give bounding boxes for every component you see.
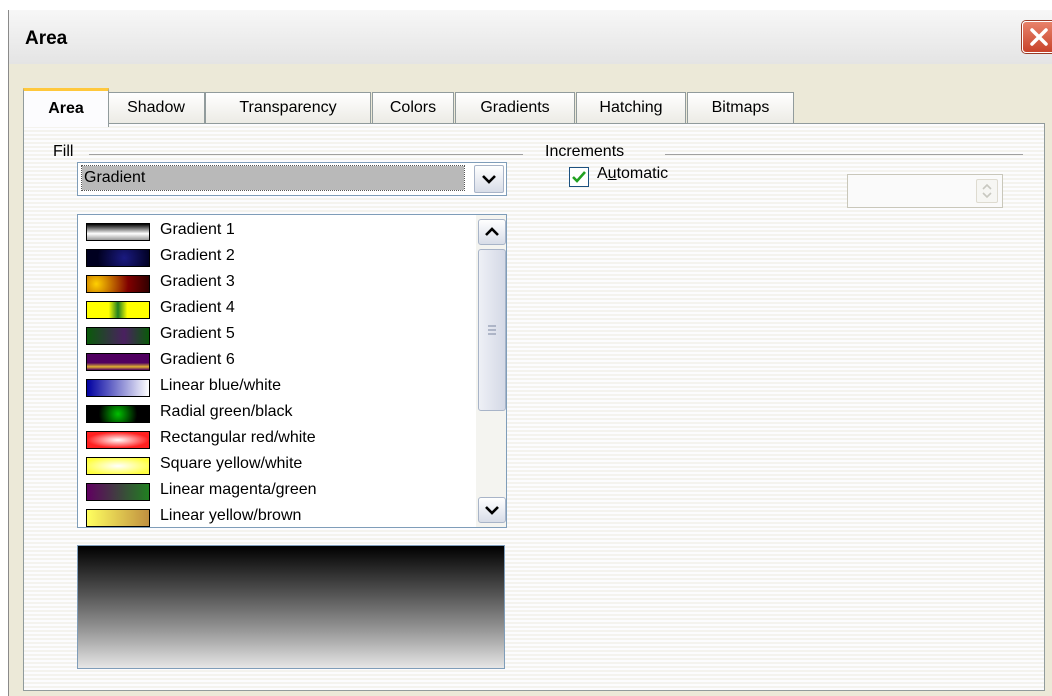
list-item-label: Gradient 1 [160, 221, 235, 238]
scroll-up-button[interactable] [478, 219, 506, 245]
gradient-swatch [86, 405, 150, 423]
list-item[interactable]: Gradient 2 [78, 245, 458, 271]
list-item-label: Gradient 3 [160, 273, 235, 290]
gradient-swatch [86, 249, 150, 267]
title-bar[interactable]: Area [9, 10, 1052, 64]
gradient-swatch [86, 223, 150, 241]
fill-separator [89, 154, 523, 155]
list-item[interactable]: Gradient 3 [78, 271, 458, 297]
list-item[interactable]: Gradient 1 [78, 219, 458, 245]
automatic-label: Automatic [597, 165, 669, 182]
list-item-label: Gradient 2 [160, 247, 235, 264]
tab-bitmaps[interactable]: Bitmaps [687, 92, 794, 123]
gradient-swatch [86, 327, 150, 345]
close-button[interactable] [1022, 21, 1052, 53]
list-item[interactable]: Linear magenta/green [78, 479, 458, 505]
dialog-body: Area Shadow Transparency Colors Gradient… [9, 64, 1052, 696]
list-item[interactable]: Radial green/black [78, 401, 458, 427]
gradient-swatch [86, 457, 150, 475]
automatic-checkbox[interactable] [569, 167, 589, 187]
list-scrollbar[interactable] [476, 215, 506, 527]
fill-type-select[interactable]: Gradient [77, 162, 507, 196]
grip-icon [488, 325, 496, 335]
tab-area[interactable]: Area [23, 88, 109, 127]
tab-gradients[interactable]: Gradients [455, 92, 575, 123]
area-dialog: Area Area Shadow Transparency Colors Gra… [8, 10, 1052, 696]
checkmark-icon [572, 171, 586, 183]
increments-group-label: Increments [545, 143, 625, 160]
list-item[interactable]: Gradient 6 [78, 349, 458, 375]
list-item[interactable]: Linear yellow/brown [78, 505, 458, 527]
spin-buttons[interactable] [976, 179, 998, 203]
gradient-swatch [86, 301, 150, 319]
gradient-swatch [86, 509, 150, 527]
chevron-up-icon [485, 227, 499, 236]
list-item[interactable]: Rectangular red/white [78, 427, 458, 453]
list-item[interactable]: Gradient 4 [78, 297, 458, 323]
gradient-swatch [86, 275, 150, 293]
list-item-label: Rectangular red/white [160, 429, 316, 446]
gradient-preview [77, 545, 505, 669]
list-item-label: Radial green/black [160, 403, 293, 420]
tab-shadow[interactable]: Shadow [107, 92, 205, 123]
gradient-list[interactable]: Gradient 1 Gradient 2 Gradient 3 Gradien… [77, 214, 507, 528]
list-item-label: Linear blue/white [160, 377, 281, 394]
list-item[interactable]: Linear blue/white [78, 375, 458, 401]
gradient-swatch [86, 353, 150, 371]
list-item[interactable]: Gradient 5 [78, 323, 458, 349]
dialog-title: Area [25, 28, 68, 49]
spin-arrows-icon [982, 183, 992, 199]
list-item-label: Gradient 6 [160, 351, 235, 368]
list-item-label: Gradient 4 [160, 299, 235, 316]
list-item-label: Gradient 5 [160, 325, 235, 342]
gradient-swatch [86, 431, 150, 449]
tab-hatching[interactable]: Hatching [576, 92, 686, 123]
close-icon [1030, 28, 1048, 46]
increments-separator [665, 154, 1023, 155]
increments-spinbox[interactable] [847, 174, 1003, 208]
chevron-down-icon [482, 175, 496, 184]
chevron-down-icon [485, 506, 499, 515]
list-item-label: Square yellow/white [160, 455, 303, 472]
list-item-label: Linear magenta/green [160, 481, 317, 498]
tab-colors[interactable]: Colors [372, 92, 454, 123]
fill-type-value: Gradient [81, 165, 465, 191]
scroll-down-button[interactable] [478, 497, 506, 523]
scroll-thumb[interactable] [478, 249, 506, 411]
list-item-label: Linear yellow/brown [160, 507, 302, 524]
fill-type-dropdown-button[interactable] [474, 165, 504, 193]
gradient-swatch [86, 483, 150, 501]
list-item[interactable]: Square yellow/white [78, 453, 458, 479]
tab-transparency[interactable]: Transparency [205, 92, 371, 123]
gradient-swatch [86, 379, 150, 397]
fill-group-label: Fill [53, 143, 74, 160]
